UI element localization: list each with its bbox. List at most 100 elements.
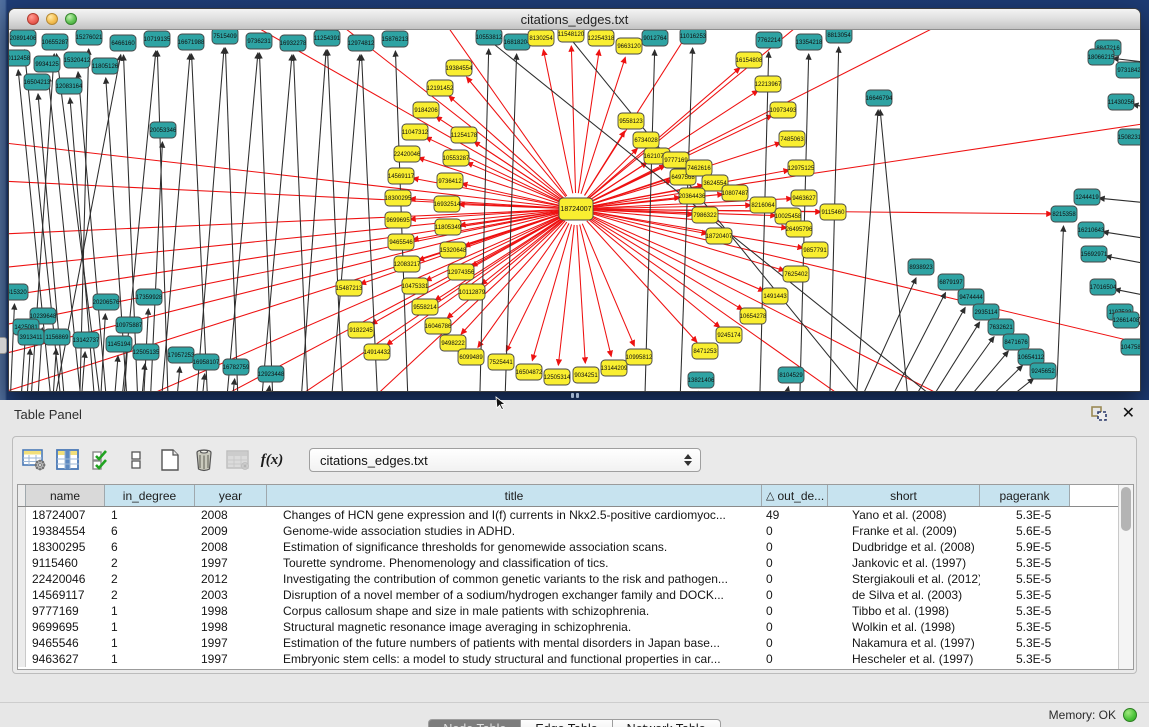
graph-edge[interactable] xyxy=(478,222,567,347)
graph-edge[interactable] xyxy=(875,293,946,392)
graph-node[interactable]: 11047312 xyxy=(402,124,429,140)
graph-node[interactable]: 16671988 xyxy=(178,34,205,50)
graph-node[interactable]: 9663120 xyxy=(616,38,642,54)
graph-node[interactable]: 16958107 xyxy=(193,354,220,370)
graph-node[interactable]: 18720407 xyxy=(706,228,733,244)
graph-edge[interactable] xyxy=(1103,232,1140,242)
table-row[interactable]: 1872400712008Changes of HCN gene express… xyxy=(18,507,1133,523)
graph-node[interactable]: 12661408 xyxy=(1113,312,1140,328)
network-view[interactable]: 1872400720891406106552871527602164661601… xyxy=(9,30,1140,392)
graph-edge[interactable] xyxy=(194,48,224,392)
close-window-button[interactable] xyxy=(27,13,39,25)
graph-edge[interactable] xyxy=(591,214,784,271)
column-header-short[interactable]: short xyxy=(828,485,980,506)
graph-edge[interactable] xyxy=(578,50,599,193)
graph-node[interactable]: 11430256 xyxy=(1108,94,1135,110)
graph-node[interactable]: 12975125 xyxy=(788,160,815,176)
table-scrollbar[interactable] xyxy=(1118,485,1133,669)
graph-node[interactable]: 20364436 xyxy=(679,188,706,204)
graph-edge[interactable] xyxy=(9,180,560,208)
graph-node[interactable]: 12974356 xyxy=(448,264,475,280)
graph-node[interactable]: 9184206 xyxy=(413,102,439,118)
graph-node[interactable]: 12083164 xyxy=(56,78,83,94)
graph-node[interactable]: 8215358 xyxy=(1051,206,1077,222)
graph-node[interactable]: 10112879 xyxy=(459,284,486,300)
graph-node[interactable]: 9736412 xyxy=(437,173,463,189)
graph-node[interactable]: 11016253 xyxy=(680,30,707,44)
graph-node[interactable]: 9474444 xyxy=(958,289,984,305)
graph-edge[interactable] xyxy=(679,48,693,392)
graph-node[interactable]: 9182245 xyxy=(348,322,374,338)
graph-node[interactable]: 16154808 xyxy=(736,52,763,68)
graph-node[interactable]: 22420046 xyxy=(394,146,421,162)
table-selector-dropdown[interactable]: citations_edges.txt xyxy=(309,448,701,472)
graph-node[interactable]: 7762214 xyxy=(756,32,782,48)
graph-node[interactable]: 7525441 xyxy=(488,354,514,370)
graph-edge[interactable] xyxy=(192,54,209,392)
column-header-out_degree[interactable]: △out_de... xyxy=(762,485,828,506)
function-builder-button[interactable]: f(x) xyxy=(257,445,287,475)
graph-edge[interactable] xyxy=(912,322,980,392)
graph-node[interactable]: 10553287 xyxy=(443,150,470,166)
graph-edge[interactable] xyxy=(543,50,572,194)
graph-node[interactable]: 9699695 xyxy=(385,212,411,228)
graph-node[interactable]: 15487213 xyxy=(336,280,363,296)
graph-node[interactable]: 8938923 xyxy=(908,259,934,275)
graph-node[interactable]: 7632621 xyxy=(988,319,1014,335)
graph-node[interactable]: 16932278 xyxy=(280,35,307,51)
network-canvas[interactable]: 1872400720891406106552871527602164661601… xyxy=(9,30,1140,392)
graph-edge[interactable] xyxy=(229,379,235,392)
graph-node[interactable]: 15320648 xyxy=(440,242,467,258)
graph-node[interactable]: 11805126 xyxy=(92,58,119,74)
graph-node[interactable]: 16782759 xyxy=(223,359,250,375)
graph-edge[interactable] xyxy=(577,225,585,363)
graph-node[interactable]: 13821406 xyxy=(688,372,715,388)
graph-edge[interactable] xyxy=(942,351,1008,392)
graph-node[interactable]: 9558214 xyxy=(412,299,438,315)
graph-edge[interactable] xyxy=(479,49,489,392)
graph-node[interactable]: 8104529 xyxy=(778,367,804,383)
graph-node[interactable]: 20206576 xyxy=(93,294,120,310)
graph-node[interactable]: 18066215 xyxy=(1088,49,1115,65)
graph-node[interactable]: 10719135 xyxy=(144,31,171,47)
graph-node[interactable]: 12923448 xyxy=(258,366,285,382)
graph-node[interactable]: 8813054 xyxy=(826,30,852,43)
float-panel-icon[interactable] xyxy=(1091,406,1108,422)
graph-node[interactable]: 12213967 xyxy=(755,76,782,92)
graph-node[interactable]: 15692971 xyxy=(1081,246,1108,262)
select-rows-button[interactable] xyxy=(87,445,117,475)
graph-node[interactable]: 15082317 xyxy=(1118,129,1140,145)
graph-node[interactable]: 12191452 xyxy=(427,80,454,96)
graph-node[interactable]: 9465546 xyxy=(388,234,414,250)
table-row[interactable]: 911546021997Tourette syndrome. Phenomeno… xyxy=(18,555,1133,571)
split-pane-grip[interactable] xyxy=(566,393,584,399)
graph-edge[interactable] xyxy=(293,55,309,392)
show-column-button[interactable] xyxy=(53,445,83,475)
graph-edge[interactable] xyxy=(1106,256,1140,268)
graph-node[interactable]: 19384554 xyxy=(446,60,473,76)
new-table-button[interactable] xyxy=(155,445,185,475)
graph-node[interactable]: 1156869 xyxy=(44,329,70,345)
graph-node[interactable]: 13354218 xyxy=(796,34,823,50)
graph-node[interactable]: 1491443 xyxy=(762,288,788,304)
graph-edge[interactable] xyxy=(927,337,994,392)
graph-edge[interactable] xyxy=(880,110,911,392)
graph-node[interactable]: 11805349 xyxy=(435,219,462,235)
graph-node[interactable]: 9463627 xyxy=(791,190,817,206)
graph-node[interactable]: 7625402 xyxy=(783,266,809,282)
graph-node[interactable]: 11548120 xyxy=(558,30,585,42)
graph-edge[interactable] xyxy=(429,30,567,196)
graph-node[interactable]: 10807487 xyxy=(722,185,749,201)
table-row[interactable]: 1830029562008Estimation of significance … xyxy=(18,539,1133,555)
graph-node[interactable]: 1145194 xyxy=(106,336,132,352)
graph-node[interactable]: 10475331 xyxy=(402,278,429,294)
row-height-button[interactable] xyxy=(121,445,151,475)
column-header-in_degree[interactable]: in_degree xyxy=(105,485,195,506)
graph-node[interactable]: 8216064 xyxy=(750,197,776,213)
window-titlebar[interactable]: citations_edges.txt xyxy=(9,9,1140,30)
graph-node[interactable]: 9245174 xyxy=(716,327,742,343)
graph-node[interactable]: 9558123 xyxy=(618,113,644,129)
graph-node[interactable]: 17957253 xyxy=(168,347,195,363)
table-row[interactable]: 1938455462009Genome-wide association stu… xyxy=(18,523,1133,539)
graph-node[interactable]: 16646794 xyxy=(866,90,893,106)
